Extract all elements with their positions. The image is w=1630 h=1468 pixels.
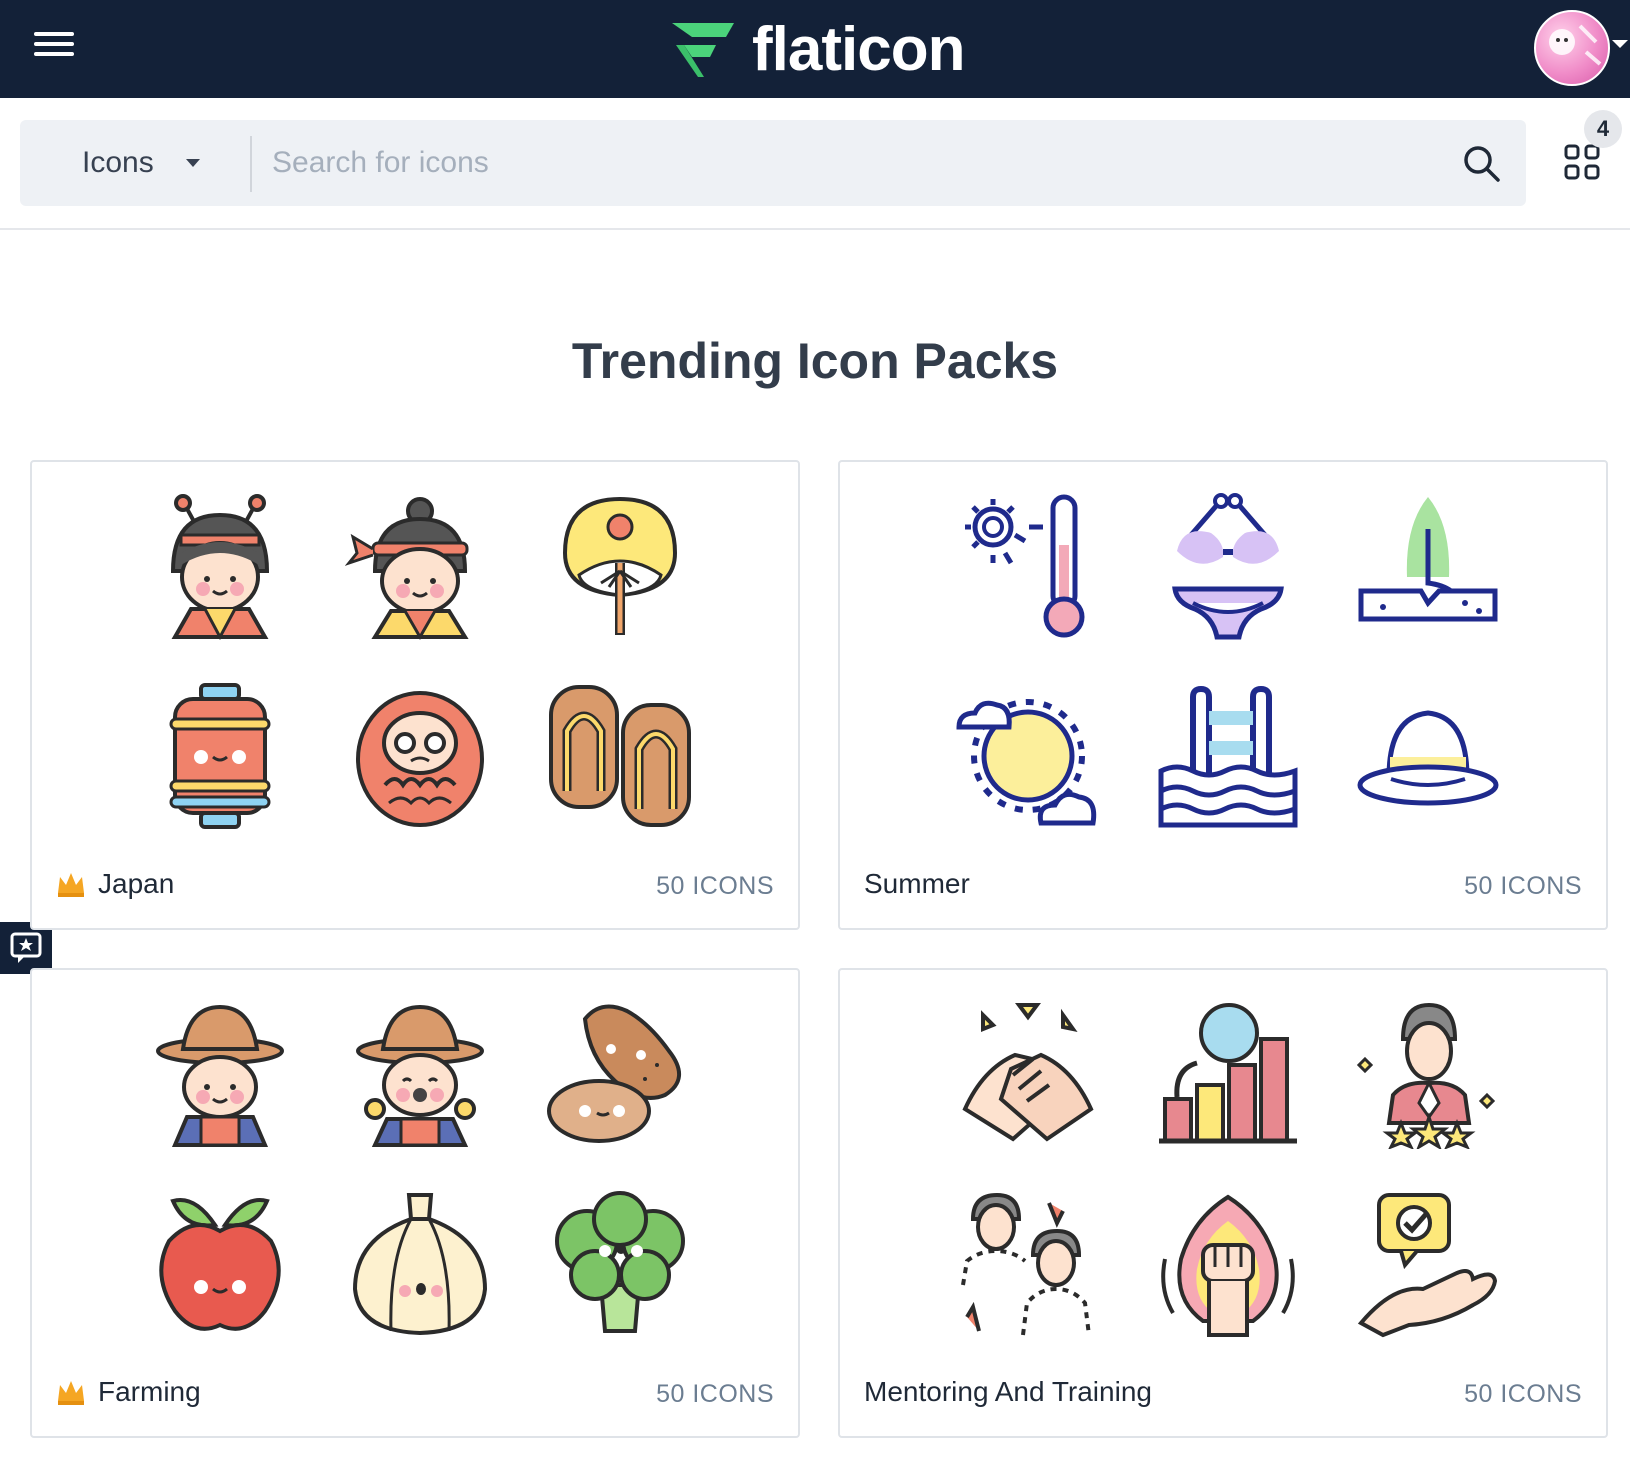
surfboard-sand-icon (1338, 476, 1518, 656)
employee-stars-icon (1338, 984, 1518, 1164)
paper-lantern-icon (130, 666, 310, 846)
pack-name-text: Summer (864, 868, 970, 899)
search-divider (250, 136, 252, 192)
top-navigation-bar: flaticon (0, 0, 1630, 98)
daruma-doll-icon (330, 666, 510, 846)
premium-crown-icon (58, 1381, 84, 1405)
handshake-icon (938, 984, 1118, 1164)
flaticon-logo-mark-icon (672, 23, 734, 77)
hot-thermometer-icon (938, 476, 1118, 656)
growth-chart-icon (1138, 984, 1318, 1164)
search-icon[interactable] (1460, 142, 1502, 184)
pack-icon-preview (130, 476, 730, 856)
menu-icon[interactable] (30, 26, 78, 70)
sun-clouds-icon (938, 666, 1118, 846)
garlic-icon (330, 1174, 510, 1354)
paper-fan-icon (530, 476, 710, 656)
account-dropdown-icon[interactable] (1612, 40, 1628, 48)
pack-title: Farming (56, 1376, 201, 1408)
potato-icon (530, 984, 710, 1164)
chevron-down-icon (185, 159, 200, 167)
pack-name-text: Japan (98, 868, 175, 899)
pack-icon-preview (130, 984, 730, 1364)
approval-hand-icon (1338, 1174, 1518, 1354)
search-input[interactable] (272, 120, 1422, 206)
pack-title: Mentoring And Training (864, 1376, 1152, 1408)
pack-card-farming[interactable]: Farming 50 ICONS (30, 968, 800, 1438)
ninja-girl-icon (330, 476, 510, 656)
pack-icon-count: 50 ICONS (656, 872, 774, 900)
section-title: Trending Icon Packs (571, 333, 1059, 389)
collections-count-badge: 4 (1584, 110, 1622, 148)
resource-type-select[interactable]: Icons (20, 120, 250, 206)
pack-icon-count: 50 ICONS (1464, 1380, 1582, 1408)
power-fist-icon (1138, 1174, 1318, 1354)
swimming-pool-icon (1138, 666, 1318, 846)
pack-card-japan[interactable]: Japan 50 ICONS (30, 460, 800, 930)
logo-wordmark: flaticon (752, 14, 965, 84)
pack-card-summer[interactable]: Summer 50 ICONS (838, 460, 1608, 930)
farmer-boy-icon (130, 984, 310, 1164)
pack-name-text: Mentoring And Training (864, 1376, 1152, 1407)
geta-sandals-icon (530, 666, 710, 846)
pack-icon-preview (938, 984, 1538, 1364)
pack-title: Japan (56, 868, 174, 900)
apple-icon (130, 1174, 310, 1354)
bikini-icon (1138, 476, 1318, 656)
pack-name-text: Farming (98, 1376, 201, 1407)
search-bar-row: Icons (0, 98, 1630, 230)
broccoli-icon (530, 1174, 710, 1354)
flaticon-logo[interactable]: flaticon (670, 14, 965, 84)
pack-card-mentoring-and-training[interactable]: Mentoring And Training 50 ICONS (838, 968, 1608, 1438)
summer-hat-icon (1338, 666, 1518, 846)
pack-title: Summer (864, 868, 970, 900)
premium-crown-icon (58, 873, 84, 897)
pack-icon-count: 50 ICONS (656, 1380, 774, 1408)
farmer-girl-icon (330, 984, 510, 1164)
user-avatar[interactable] (1534, 10, 1610, 86)
geisha-icon (130, 476, 310, 656)
mentor-exchange-icon (938, 1174, 1118, 1354)
pack-icon-preview (938, 476, 1538, 856)
resource-type-label: Icons (82, 146, 154, 179)
search-box: Icons (20, 120, 1526, 206)
pack-icon-count: 50 ICONS (1464, 872, 1582, 900)
